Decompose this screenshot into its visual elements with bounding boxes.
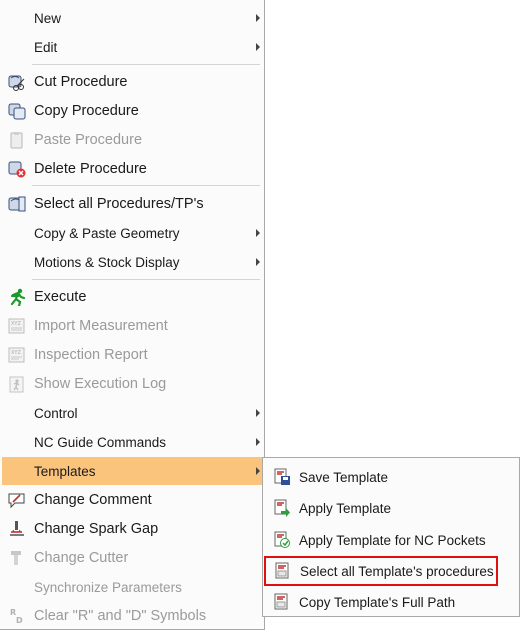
menu-item-cut-procedure[interactable]: Cut Procedure — [2, 68, 264, 96]
context-menu: New Edit Cut Procedure Copy Procedure Pa… — [0, 0, 265, 630]
select-all-procedures-icon — [6, 194, 28, 214]
menu-separator — [32, 185, 260, 186]
copy-template-path-icon — [271, 592, 293, 612]
svg-text:XYZ: XYZ — [11, 321, 21, 327]
menu-item-select-all-procedures[interactable]: Select all Procedures/TP's — [2, 190, 264, 218]
menu-item-label: New — [34, 10, 62, 26]
submenu-item-label: Save Template — [299, 469, 389, 485]
submenu-arrow-icon — [256, 409, 260, 417]
menu-item-show-execution-log[interactable]: Show Execution Log — [2, 370, 264, 398]
submenu-arrow-icon — [256, 467, 260, 475]
menu-item-change-spark-gap[interactable]: Change Spark Gap — [2, 515, 264, 543]
menu-item-templates[interactable]: Templates — [2, 457, 264, 485]
apply-template-icon — [271, 498, 293, 518]
execution-log-icon — [6, 374, 28, 394]
menu-item-new[interactable]: New — [2, 4, 264, 32]
menu-item-copy-procedure[interactable]: Copy Procedure — [2, 97, 264, 125]
menu-item-inspection-report[interactable]: XYZ Inspection Report — [2, 341, 264, 369]
menu-item-label: Motions & Stock Display — [34, 254, 180, 270]
menu-item-label: Select all Procedures/TP's — [34, 196, 204, 212]
submenu-arrow-icon — [256, 43, 260, 51]
rd-symbols-icon: RD — [6, 606, 28, 626]
templates-submenu: Save Template Apply Template Apply Templ… — [262, 457, 520, 617]
submenu-arrow-icon — [256, 258, 260, 266]
delete-procedure-icon — [6, 159, 28, 179]
menu-item-delete-procedure[interactable]: Delete Procedure — [2, 155, 264, 183]
submenu-item-label: Copy Template's Full Path — [299, 594, 456, 610]
apply-template-pockets-icon — [271, 530, 293, 550]
menu-item-label: Copy Procedure — [34, 103, 139, 119]
menu-item-label: Inspection Report — [34, 347, 148, 363]
import-measurement-icon: XYZ — [6, 316, 28, 336]
menu-item-nc-guide-commands[interactable]: NC Guide Commands — [2, 428, 264, 456]
submenu-item-label: Apply Template for NC Pockets — [299, 532, 486, 548]
menu-item-motions-stock-display[interactable]: Motions & Stock Display — [2, 248, 264, 276]
save-template-icon — [271, 467, 293, 487]
copy-procedure-icon — [6, 101, 28, 121]
submenu-arrow-icon — [256, 14, 260, 22]
menu-item-label: Control — [34, 405, 78, 421]
cutter-icon — [6, 548, 28, 568]
submenu-item-apply-template[interactable]: Apply Template — [265, 493, 517, 523]
menu-item-label: Change Spark Gap — [34, 521, 159, 537]
submenu-arrow-icon — [256, 229, 260, 237]
menu-item-label: Paste Procedure — [34, 132, 143, 148]
menu-item-paste-procedure[interactable]: Paste Procedure — [2, 126, 264, 154]
menu-item-label: NC Guide Commands — [34, 434, 167, 450]
menu-item-synchronize-parameters[interactable]: Synchronize Parameters — [2, 573, 264, 601]
submenu-item-apply-template-nc-pockets[interactable]: Apply Template for NC Pockets — [265, 525, 517, 555]
menu-item-edit[interactable]: Edit — [2, 33, 264, 61]
menu-item-change-cutter[interactable]: Change Cutter — [2, 544, 264, 572]
inspection-report-icon: XYZ — [6, 345, 28, 365]
execute-runner-icon — [6, 287, 28, 307]
menu-separator — [32, 64, 260, 65]
svg-text:D: D — [16, 616, 23, 625]
paste-procedure-icon — [6, 130, 28, 150]
menu-item-label: Edit — [34, 39, 58, 55]
menu-item-import-measurement[interactable]: XYZ Import Measurement — [2, 312, 264, 340]
menu-item-label: Synchronize Parameters — [34, 579, 182, 595]
submenu-arrow-icon — [256, 438, 260, 446]
submenu-item-label: Apply Template — [299, 500, 392, 516]
menu-item-control[interactable]: Control — [2, 399, 264, 427]
menu-separator — [32, 279, 260, 280]
change-comment-icon — [6, 490, 28, 510]
submenu-item-copy-template-full-path[interactable]: Copy Template's Full Path — [265, 587, 517, 617]
menu-item-label: Change Cutter — [34, 550, 129, 566]
spark-gap-icon — [6, 519, 28, 539]
menu-item-label: Cut Procedure — [34, 74, 128, 90]
menu-item-change-comment[interactable]: Change Comment — [2, 486, 264, 514]
svg-text:XYZ: XYZ — [11, 350, 21, 356]
menu-item-label: Copy & Paste Geometry — [34, 225, 180, 241]
menu-item-label: Delete Procedure — [34, 161, 147, 177]
menu-item-label: Change Comment — [34, 492, 152, 508]
menu-item-clear-rd-symbols[interactable]: RD Clear "R" and "D" Symbols — [2, 602, 264, 630]
menu-item-label: Clear "R" and "D" Symbols — [34, 608, 207, 624]
submenu-item-select-all-template-procedures[interactable]: Select all Template's procedures — [264, 556, 498, 586]
menu-item-copy-paste-geometry[interactable]: Copy & Paste Geometry — [2, 219, 264, 247]
menu-item-label: Show Execution Log — [34, 376, 167, 392]
cut-procedure-icon — [6, 72, 28, 92]
menu-item-label: Templates — [34, 463, 96, 479]
select-template-procedures-icon — [272, 561, 294, 581]
menu-item-execute[interactable]: Execute — [2, 283, 264, 311]
menu-item-label: Import Measurement — [34, 318, 168, 334]
menu-item-label: Execute — [34, 289, 87, 305]
submenu-item-label: Select all Template's procedures — [300, 563, 494, 579]
submenu-item-save-template[interactable]: Save Template — [265, 462, 517, 492]
